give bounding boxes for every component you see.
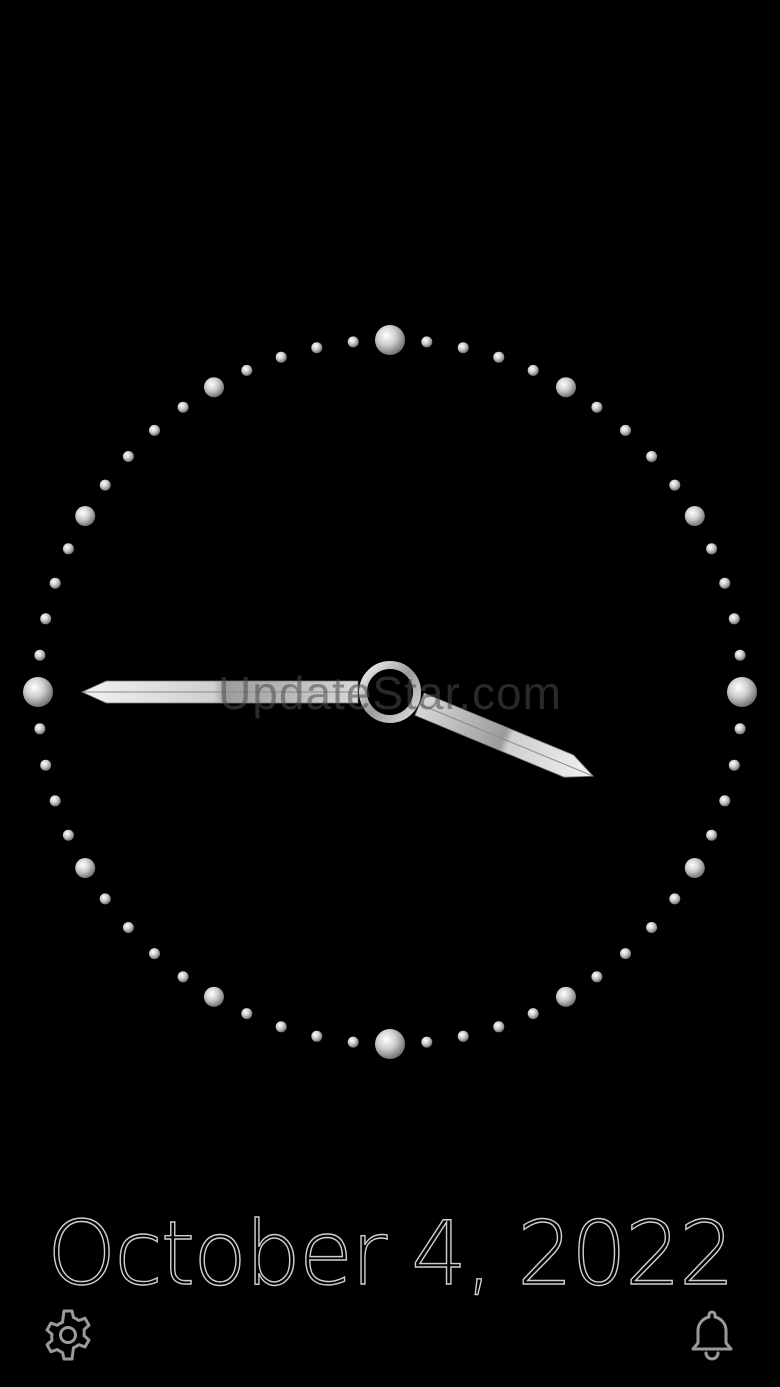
minute-marker-14 — [734, 649, 746, 661]
minute-marker-31 — [347, 1036, 359, 1048]
minute-marker-35 — [204, 986, 224, 1007]
minute-marker-21 — [669, 893, 681, 905]
minute-marker-34 — [241, 1008, 253, 1020]
minute-marker-19 — [706, 829, 718, 841]
minute-marker-30 — [375, 1029, 405, 1059]
minute-marker-37 — [149, 948, 160, 960]
minute-marker-41 — [62, 829, 74, 841]
minute-marker-32 — [311, 1030, 323, 1042]
minute-marker-17 — [728, 759, 740, 771]
minute-marker-49 — [62, 543, 74, 555]
minute-marker-29 — [421, 1036, 433, 1048]
minute-marker-45 — [23, 677, 53, 707]
minute-marker-52 — [122, 451, 134, 462]
minute-marker-40 — [75, 858, 96, 878]
alarm-button[interactable] — [680, 1303, 744, 1367]
minute-marker-44 — [34, 723, 46, 735]
minute-marker-22 — [646, 922, 658, 933]
minute-marker-28 — [457, 1030, 469, 1042]
gear-icon — [45, 1309, 91, 1361]
minute-marker-26 — [527, 1008, 539, 1020]
minute-marker-36 — [177, 971, 189, 983]
minute-marker-54 — [177, 401, 189, 413]
minute-marker-10 — [684, 506, 705, 526]
minute-marker-39 — [99, 893, 111, 905]
minute-marker-6 — [591, 401, 603, 413]
minute-marker-53 — [149, 424, 160, 436]
analog-clock — [23, 325, 757, 1059]
minute-marker-4 — [527, 364, 539, 376]
minute-marker-58 — [311, 342, 323, 354]
minute-marker-5 — [556, 377, 576, 398]
minute-marker-42 — [49, 795, 61, 807]
minute-marker-27 — [493, 1021, 505, 1033]
minute-marker-23 — [620, 948, 631, 960]
minute-marker-13 — [728, 613, 740, 625]
minute-marker-56 — [241, 364, 253, 376]
minute-marker-2 — [457, 342, 469, 354]
minute-marker-24 — [591, 971, 603, 983]
minute-marker-7 — [620, 424, 631, 436]
minute-marker-3 — [493, 351, 505, 363]
settings-button[interactable] — [36, 1303, 100, 1367]
minute-marker-33 — [275, 1021, 287, 1033]
minute-marker-59 — [347, 336, 359, 348]
minute-marker-11 — [706, 543, 718, 555]
minute-marker-1 — [421, 336, 433, 348]
minute-marker-9 — [669, 479, 681, 491]
minute-marker-25 — [556, 986, 576, 1007]
bell-icon — [691, 1310, 733, 1361]
clock-screen: UpdateStar.com October 4, 2022 — [0, 0, 780, 1387]
minute-marker-15 — [727, 677, 757, 707]
minute-marker-8 — [646, 451, 658, 462]
minute-marker-12 — [719, 577, 731, 589]
minute-marker-43 — [40, 759, 52, 771]
minute-marker-57 — [275, 351, 287, 363]
hour-hand — [414, 692, 595, 778]
date-label: October 4, 2022 — [46, 1201, 735, 1305]
minute-marker-55 — [204, 377, 224, 398]
minute-marker-18 — [719, 795, 731, 807]
clock-hands — [81, 661, 595, 778]
minute-hand — [81, 680, 359, 704]
minute-marker-47 — [40, 613, 52, 625]
minute-marker-16 — [734, 723, 746, 735]
minute-marker-38 — [122, 922, 134, 933]
minute-marker-50 — [75, 506, 96, 526]
minute-marker-48 — [49, 577, 61, 589]
center-ring — [359, 661, 421, 723]
minute-marker-20 — [684, 858, 705, 878]
minute-marker-51 — [99, 479, 111, 491]
minute-marker-0 — [375, 325, 405, 355]
minute-marker-46 — [34, 649, 46, 661]
